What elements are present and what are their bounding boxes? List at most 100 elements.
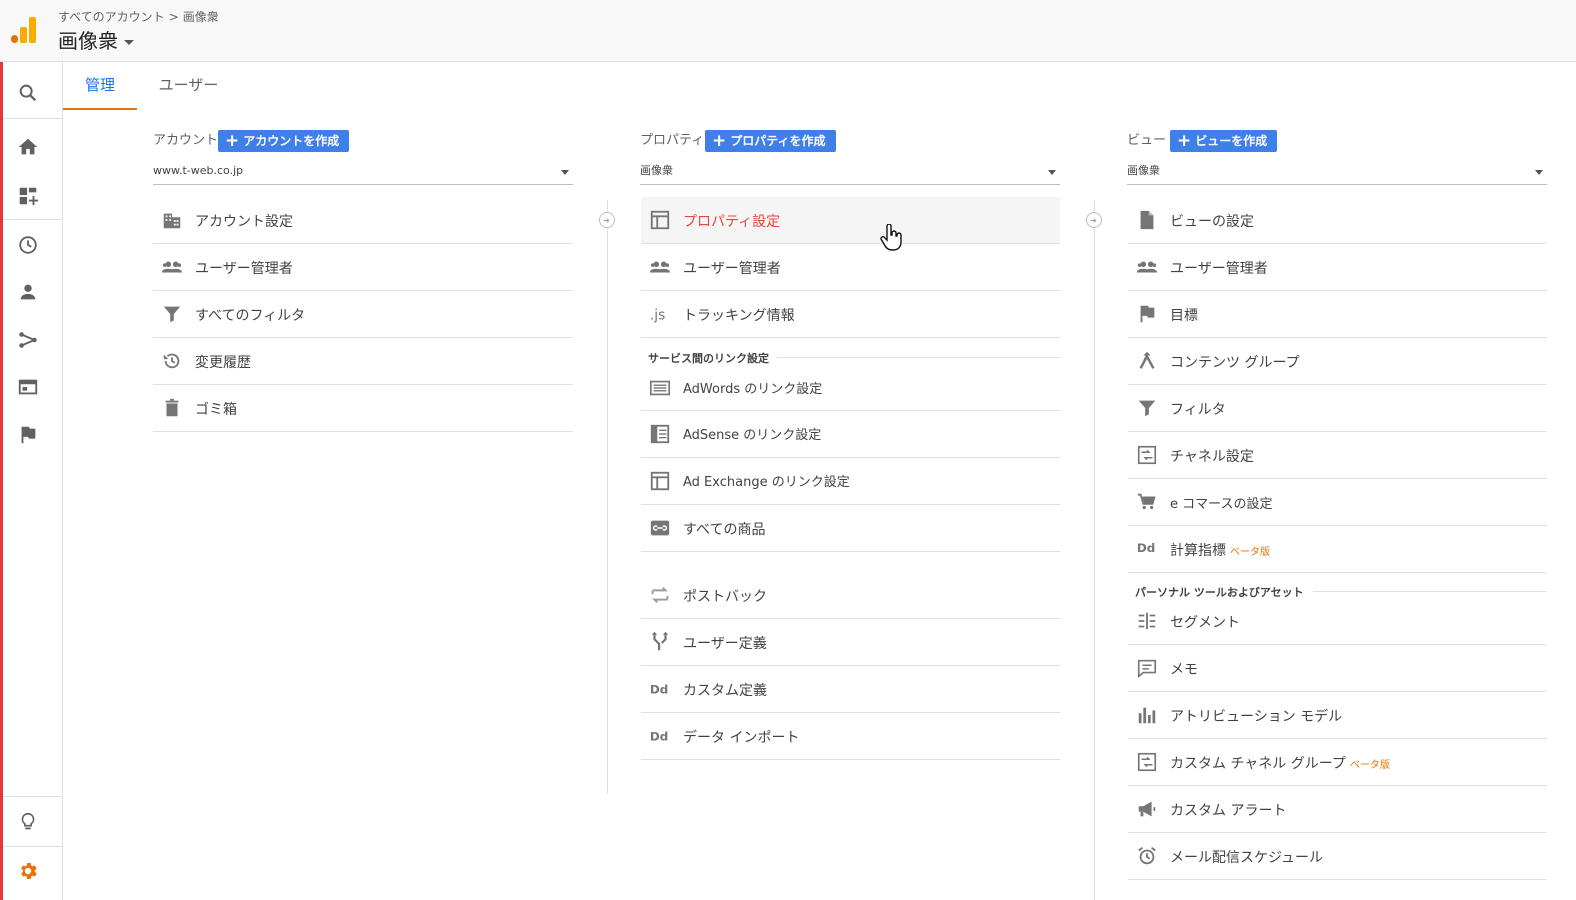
dashboard-icon[interactable] (17, 185, 39, 207)
home-icon[interactable] (17, 136, 39, 158)
lightbulb-icon[interactable] (17, 811, 39, 833)
list-item-all-filters[interactable]: すべてのフィルタ (153, 291, 573, 338)
list-item-goals[interactable]: 目標 (1128, 291, 1547, 338)
list-item-annotations[interactable]: メモ (1128, 645, 1547, 692)
search-icon[interactable] (17, 82, 39, 104)
list-item-trash[interactable]: ゴミ箱 (153, 385, 573, 432)
list-item-label: カスタム アラート (1170, 803, 1287, 819)
postback-icon (649, 584, 671, 606)
view-heading: ビュー (1127, 133, 1167, 148)
link-icon (649, 517, 671, 539)
arrow-right-icon: ➔ (599, 212, 615, 228)
list-item-label: アカウント設定 (195, 214, 293, 230)
list-item-segments[interactable]: セグメント (1128, 598, 1547, 645)
people-icon (649, 256, 671, 278)
list-item-data-import[interactable]: Dd データ インポート (641, 713, 1060, 760)
list-item-label: ポストバック (683, 589, 767, 605)
building-icon (161, 209, 183, 231)
list-item-custom-channel-groups[interactable]: カスタム チャネル グループ ベータ版 (1128, 739, 1547, 786)
list-item-channel-settings[interactable]: チャネル設定 (1128, 432, 1547, 479)
fork-icon (649, 631, 671, 653)
item-text: カスタム チャネル グループ (1170, 756, 1346, 772)
layout-icon (649, 209, 671, 231)
analytics-logo[interactable] (11, 17, 37, 43)
list-item-label: すべてのフィルタ (195, 308, 306, 324)
page-title: 画像衆 (58, 29, 118, 53)
list-item-content-group[interactable]: コンテンツ グループ (1128, 338, 1547, 385)
bar-chart-icon (1136, 704, 1158, 726)
cart-icon (1136, 491, 1158, 513)
filter-icon (161, 303, 183, 325)
alarm-icon (1136, 845, 1158, 867)
list-item-account-settings[interactable]: アカウント設定 (153, 197, 573, 244)
list-item-calculated-metrics[interactable]: Dd 計算指標 ベータ版 (1128, 526, 1547, 573)
list-item-scheduled-emails[interactable]: メール配信スケジュール (1128, 833, 1547, 880)
caret-down-icon (124, 40, 134, 45)
list-item-label: Ad Exchange のリンク設定 (683, 475, 850, 490)
list-item-label: ユーザー管理者 (1170, 261, 1268, 277)
arrow-right-icon: ➔ (1086, 212, 1102, 228)
flag-icon[interactable] (17, 424, 39, 446)
list-item-view-filters[interactable]: フィルタ (1128, 385, 1547, 432)
create-property-button[interactable]: + プロパティを作成 (705, 130, 836, 152)
list-item-custom-alerts[interactable]: カスタム アラート (1128, 786, 1547, 833)
hand-cursor-icon (879, 224, 903, 252)
list-item-account-users[interactable]: ユーザー管理者 (153, 244, 573, 291)
breadcrumb-root[interactable]: すべてのアカウント (58, 10, 165, 24)
view-selector[interactable]: 画像衆 (58, 25, 134, 54)
list-item-user-definition[interactable]: ユーザー定義 (641, 619, 1060, 666)
breadcrumb-current[interactable]: 画像衆 (183, 10, 219, 24)
dd-icon: Dd (1136, 538, 1158, 560)
list-item-label: ユーザー管理者 (683, 261, 781, 277)
account-heading: アカウント (153, 133, 219, 148)
svg-text:.js: .js (650, 308, 665, 324)
property-heading: プロパティ (640, 133, 705, 148)
layout-icon (649, 470, 671, 492)
list-item-property-users[interactable]: ユーザー管理者 (641, 244, 1060, 291)
js-icon: .js (649, 303, 671, 325)
section-divider (1313, 591, 1547, 592)
create-view-button[interactable]: + ビューを作成 (1170, 130, 1278, 152)
list-item-attribution-models[interactable]: アトリビューション モデル (1128, 692, 1547, 739)
gear-icon[interactable] (17, 860, 39, 882)
list-item-label: コンテンツ グループ (1170, 355, 1300, 371)
share-icon[interactable] (17, 329, 39, 351)
list-item-label: すべての商品 (683, 522, 766, 538)
list-item-all-products[interactable]: すべての商品 (641, 505, 1060, 552)
create-account-button[interactable]: + アカウントを作成 (218, 130, 350, 152)
list-item-change-history[interactable]: 変更履歴 (153, 338, 573, 385)
property-select-value: 画像衆 (640, 164, 673, 177)
list-item-adsense-link[interactable]: AdSense のリンク設定 (641, 411, 1060, 458)
browser-icon[interactable] (17, 376, 39, 398)
left-nav (3, 62, 63, 900)
list-item-label: アトリビューション モデル (1170, 709, 1343, 725)
list-item-view-settings[interactable]: ビューの設定 (1128, 197, 1547, 244)
tab-admin[interactable]: 管理 (63, 62, 137, 110)
list-item-label: メール配信スケジュール (1170, 850, 1324, 866)
column-divider (607, 200, 608, 794)
links-section-heading: サービス間のリンク設定 (648, 352, 769, 365)
list-item-label: チャネル設定 (1170, 449, 1254, 465)
trash-icon (161, 397, 183, 419)
create-view-label: ビューを作成 (1195, 134, 1268, 148)
list-item-label: カスタム チャネル グループ ベータ版 (1170, 753, 1390, 773)
list-item-adexchange-link[interactable]: Ad Exchange のリンク設定 (641, 458, 1060, 505)
list-item-adwords-link[interactable]: AdWords のリンク設定 (641, 365, 1060, 411)
clock-icon[interactable] (17, 234, 39, 256)
list-item-view-users[interactable]: ユーザー管理者 (1128, 244, 1547, 291)
list-item-postback[interactable]: ポストバック (641, 572, 1060, 619)
list-item-ecommerce[interactable]: e コマースの設定 (1128, 479, 1547, 526)
list-item-custom-definition[interactable]: Dd カスタム定義 (641, 666, 1060, 713)
list-item-label: AdSense のリンク設定 (683, 428, 822, 443)
beta-badge: ベータ版 (1349, 760, 1390, 771)
person-icon[interactable] (17, 281, 39, 303)
account-select[interactable]: www.t-web.co.jp (153, 160, 573, 185)
breadcrumb-separator: > (168, 10, 179, 24)
property-select[interactable]: 画像衆 (640, 160, 1060, 185)
list-item-property-settings[interactable]: プロパティ設定 (641, 197, 1060, 244)
list-item-tracking-info[interactable]: .js トラッキング情報 (641, 291, 1060, 338)
list-item-label: ユーザー定義 (683, 636, 767, 652)
view-select[interactable]: 画像衆 (1127, 160, 1547, 185)
list-item-label: セグメント (1170, 615, 1240, 631)
tab-user[interactable]: ユーザー (151, 62, 226, 110)
